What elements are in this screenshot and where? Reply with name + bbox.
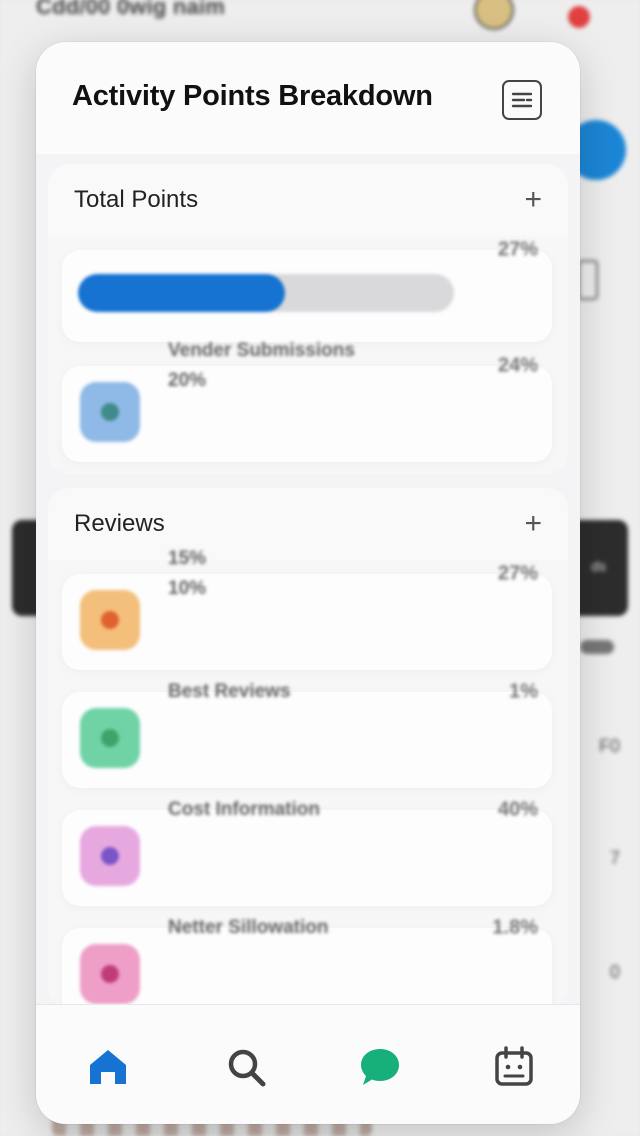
section-total-points: Total Points + 27% Vender Submissions 20…: [48, 164, 568, 474]
section-title: Total Points: [74, 186, 199, 213]
category-icon: [80, 826, 140, 886]
category-icon: [80, 708, 140, 768]
chat-bubble-icon-glyph: [361, 1049, 399, 1085]
search-icon-glyph: [228, 1049, 266, 1087]
category-dot: [101, 847, 119, 865]
plus-icon[interactable]: +: [524, 185, 542, 215]
bottom-tab-bar: [36, 1004, 580, 1124]
calendar-icon-glyph: [495, 1046, 533, 1086]
plus-icon[interactable]: +: [524, 509, 542, 539]
activity-points-modal: Activity Points Breakdown Total Points +…: [36, 42, 580, 1124]
list-item[interactable]: Vender Submissions 20% 24%: [62, 340, 552, 462]
list-item-sublabel: 20%: [168, 370, 207, 391]
list-item-percent: 1%: [509, 680, 538, 703]
list-item-percent: 27%: [497, 562, 538, 585]
home-icon-glyph: [90, 1050, 126, 1084]
list-item-label: Vender Submissions: [168, 340, 355, 361]
list-item-text: Vender Submissions 20%: [168, 336, 355, 396]
progress-bar: [78, 274, 454, 312]
progress-percent: 27%: [497, 238, 538, 261]
background-title: Cdd/00 0wig naim: [36, 0, 226, 19]
notification-dot: [568, 6, 590, 28]
category-icon: [80, 944, 140, 1004]
section-header: Reviews +: [48, 488, 568, 560]
list-item[interactable]: 15% 10% 27%: [62, 548, 552, 670]
background-toggle: [580, 640, 614, 654]
list-item-percent: 40%: [497, 798, 538, 821]
modal-header: Activity Points Breakdown: [36, 42, 580, 154]
list-item-text: 15% 10%: [168, 544, 206, 604]
filter-list-icon[interactable]: [502, 80, 542, 120]
progress-fill: [78, 274, 285, 312]
list-item-text: Best Reviews: [168, 677, 291, 707]
chat-bubble-icon[interactable]: [356, 1043, 404, 1091]
list-item-sublabel: 10%: [168, 578, 207, 599]
background-value: F0: [598, 736, 620, 756]
avatar: [474, 0, 514, 30]
progress-card: 27%: [62, 239, 552, 342]
background-card-icon: [578, 260, 598, 300]
list-item-label: Best Reviews: [168, 681, 291, 702]
category-dot: [101, 965, 119, 983]
category-dot: [101, 611, 119, 629]
category-dot: [101, 729, 119, 747]
list-item-label: Cost Information: [168, 799, 320, 820]
filter-list-icon-glyph: [511, 92, 533, 108]
list-item[interactable]: Netter Sillowation 1.8%: [62, 917, 552, 1008]
list-item-percent: 1.8%: [492, 916, 538, 939]
background-banner-text: ds: [591, 558, 606, 574]
background-value: 7: [609, 848, 620, 868]
category-dot: [101, 403, 119, 421]
category-icon: [80, 590, 140, 650]
calendar-icon[interactable]: [490, 1043, 538, 1091]
list-item[interactable]: Cost Information 40%: [62, 799, 552, 906]
section-header: Total Points +: [48, 164, 568, 236]
section-title: Reviews: [74, 510, 165, 537]
list-item-label: 15%: [168, 548, 207, 569]
section-reviews: Reviews + 15% 10% 27% Best Reviews 1% Co…: [48, 488, 568, 1008]
list-item-text: Netter Sillowation: [168, 913, 328, 943]
home-icon[interactable]: [84, 1043, 132, 1091]
list-item-label: Netter Sillowation: [168, 917, 329, 938]
list-item-text: Cost Information: [168, 795, 320, 825]
search-icon[interactable]: [222, 1043, 270, 1091]
list-item[interactable]: Best Reviews 1%: [62, 681, 552, 788]
list-item-percent: 24%: [497, 354, 538, 377]
background-value: 0: [609, 962, 620, 982]
modal-title: Activity Points Breakdown: [72, 80, 433, 112]
category-icon: [80, 382, 140, 442]
